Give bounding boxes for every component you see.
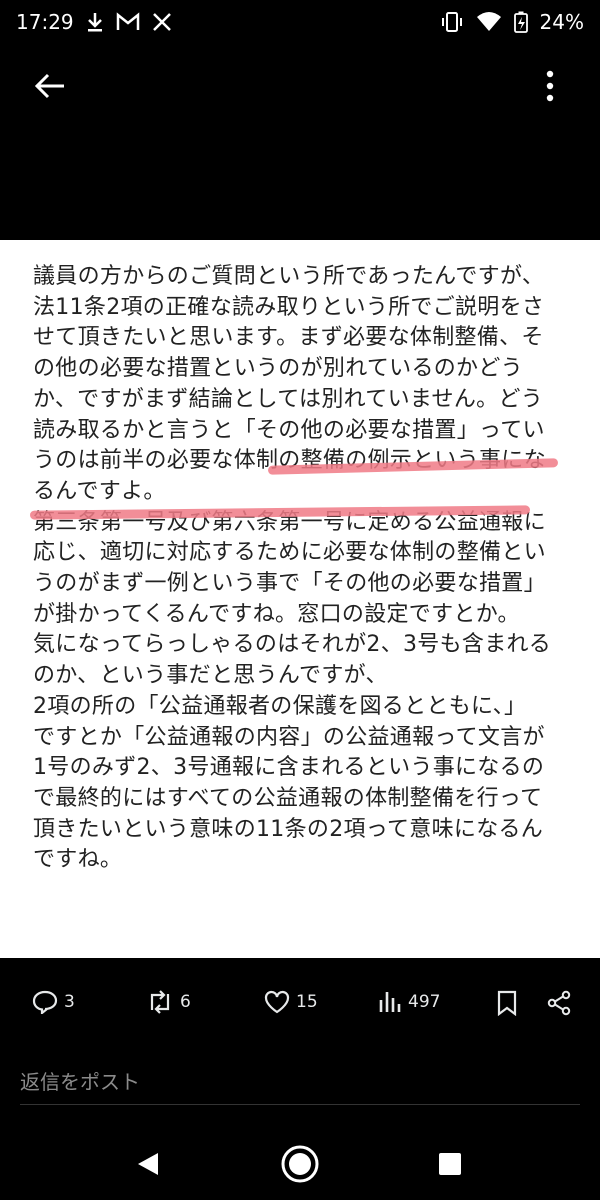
like-count: 15 (296, 992, 318, 1012)
doc-line: 応じ、適切に対応するために必要な体制の整備とい (33, 540, 546, 566)
analytics-icon (378, 990, 402, 1014)
views-button[interactable]: 497 (378, 990, 440, 1014)
status-time: 17:29 (16, 10, 74, 34)
repost-count: 6 (180, 992, 191, 1012)
doc-line: せて頂きたいと思います。まず必要な体制整備、そ (33, 325, 544, 351)
doc-line: るんですよ。 (33, 478, 166, 504)
doc-line: 2項の所の「公益通報者の保護を図るとともに、」 (33, 693, 527, 719)
heart-icon (264, 990, 290, 1014)
x-icon (152, 12, 172, 32)
reply-icon (32, 990, 58, 1014)
view-count: 497 (408, 992, 441, 1012)
doc-line: のか、という事だと思うんですが、 (33, 663, 388, 689)
doc-line: か、ですがまず結論としては別れていません。どう (33, 386, 544, 412)
post-image[interactable]: 議員の方からのご質問という所であったんですが、 法11条2項の正確な読み取りとい… (0, 240, 600, 958)
triangle-back-icon (136, 1151, 160, 1181)
vibrate-icon (440, 11, 464, 33)
more-options-button[interactable] (528, 66, 572, 110)
reply-count: 3 (64, 992, 75, 1012)
system-nav-bar (0, 1130, 600, 1200)
doc-line: ですとか「公益通報の内容」の公益通報って文言が (33, 724, 545, 750)
status-bar: 17:29 24% (0, 0, 600, 44)
more-vertical-icon (546, 70, 554, 106)
doc-line: 読み取るかと言うと「その他の必要な措置」ってい (33, 417, 545, 443)
bookmark-icon (496, 990, 518, 1016)
top-bar (0, 56, 600, 120)
share-icon (546, 990, 572, 1016)
doc-line: で最終的にはすべての公益通報の体制整備を行って (33, 785, 543, 811)
doc-line: 気になってらっしゃるのはそれが2、3号も含まれる (33, 632, 552, 658)
doc-line: の他の必要な措置というのが別れているのかどう (33, 356, 523, 382)
repost-icon (146, 990, 174, 1014)
repost-button[interactable]: 6 (146, 990, 191, 1014)
bookmark-button[interactable] (496, 990, 518, 1016)
document-text: 議員の方からのご質問という所であったんですが、 法11条2項の正確な読み取りとい… (33, 262, 578, 876)
like-button[interactable]: 15 (264, 990, 318, 1014)
doc-line: 頂きたいという意味の11条の2項って意味になるん (33, 816, 544, 842)
square-recents-icon (438, 1152, 462, 1180)
doc-line: 法11条2項の正確な読み取りという所でご説明をさ (33, 294, 545, 320)
nav-recents-button[interactable] (426, 1142, 474, 1190)
doc-line: 議員の方からのご質問という所であったんですが、 (33, 264, 545, 289)
post-actions: 3 6 15 497 (0, 980, 600, 1030)
battery-icon (513, 11, 528, 33)
wifi-icon (476, 11, 502, 33)
doc-line: ですね。 (33, 847, 123, 873)
back-arrow-icon (34, 73, 66, 103)
doc-line: 1号のみず2、3号通報に含まれるという事になるの (33, 755, 545, 781)
reply-button[interactable]: 3 (32, 990, 75, 1014)
gmail-icon (116, 12, 140, 32)
nav-back-button[interactable] (124, 1142, 172, 1190)
doc-line: が掛かってくるんですね。窓口の設定ですとか。 (33, 601, 520, 627)
reply-input[interactable] (20, 1060, 580, 1105)
download-icon (86, 11, 104, 33)
doc-line: うのがまず一例という事で「その他の必要な措置」 (33, 571, 546, 597)
nav-home-button[interactable] (276, 1142, 324, 1190)
home-circle-icon (280, 1144, 320, 1188)
share-button[interactable] (546, 990, 572, 1016)
battery-percent: 24% (539, 10, 584, 34)
back-button[interactable] (28, 66, 72, 110)
